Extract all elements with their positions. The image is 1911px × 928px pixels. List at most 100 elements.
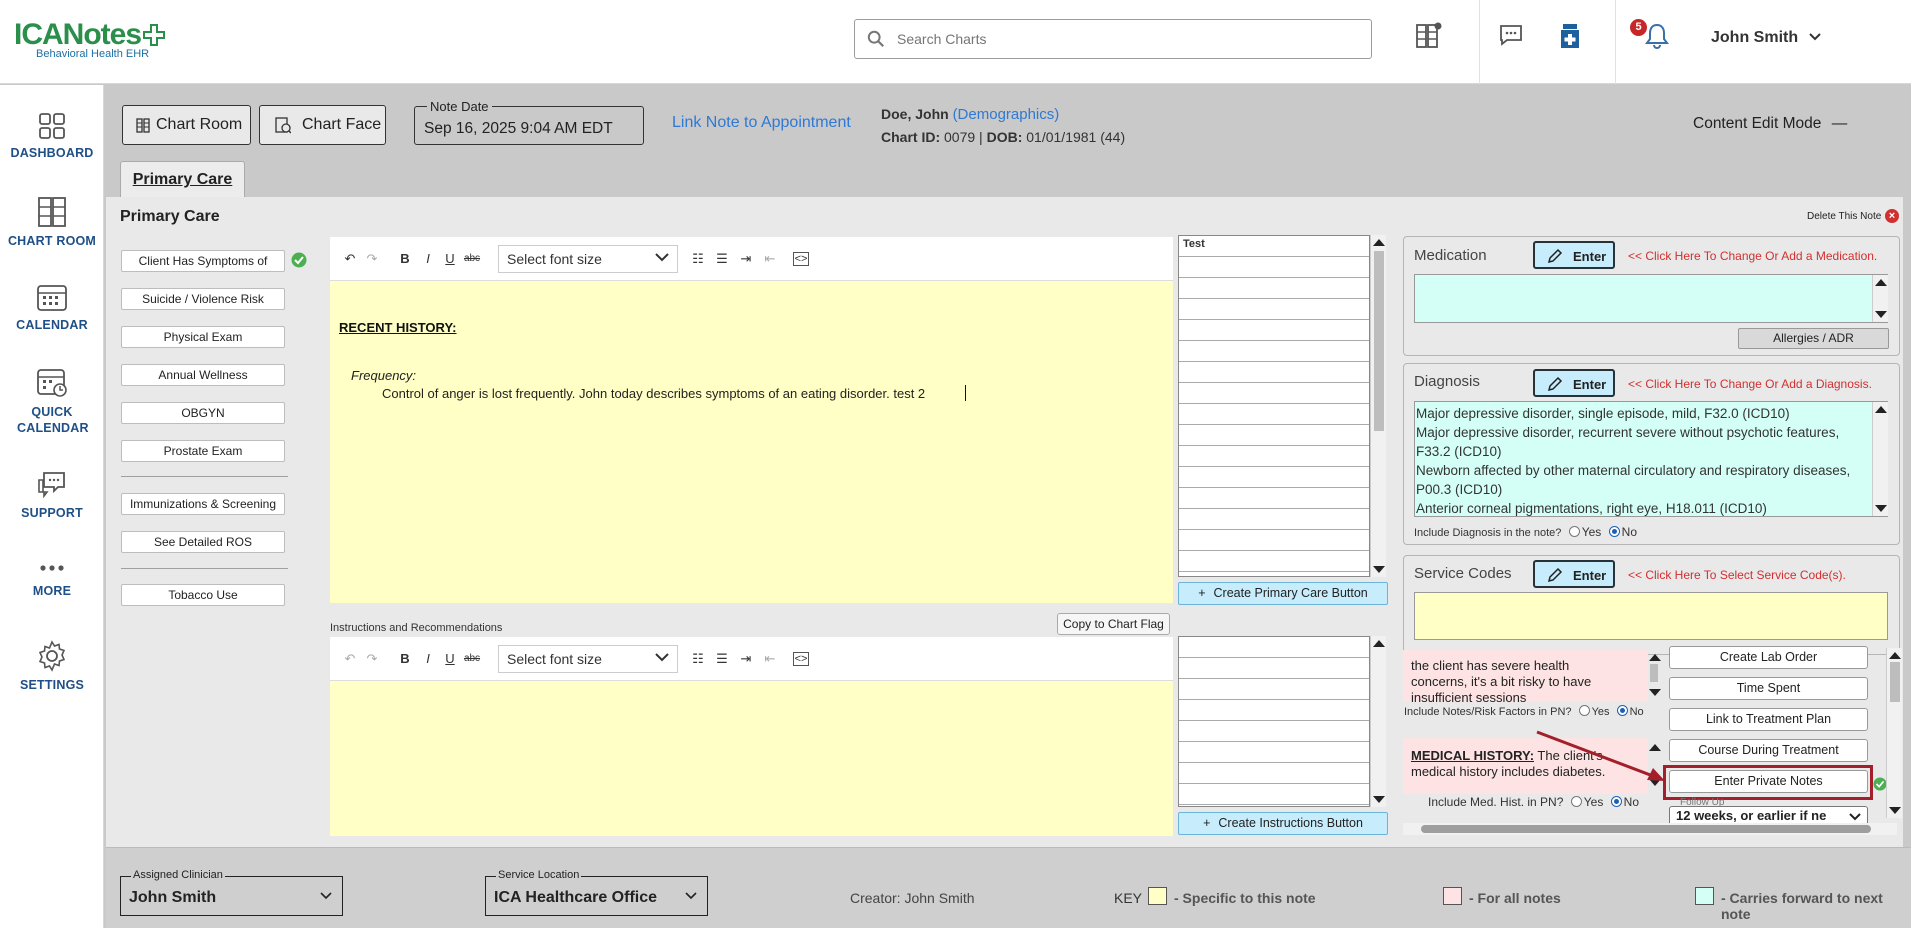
list-item[interactable]	[1179, 742, 1369, 763]
enter-private-notes-button[interactable]: Enter Private Notes	[1669, 770, 1868, 793]
medication-scrollbar[interactable]	[1872, 275, 1888, 322]
instructions-editor[interactable]	[330, 681, 1173, 836]
diagnosis-list[interactable]: Major depressive disorder, single episod…	[1414, 401, 1888, 517]
medication-list[interactable]	[1414, 274, 1888, 323]
user-menu[interactable]: John Smith	[1711, 29, 1821, 47]
prostate-exam-button[interactable]: Prostate Exam	[121, 440, 285, 462]
chart-face-button[interactable]: Chart Face	[259, 105, 386, 145]
list-item[interactable]	[1179, 637, 1369, 658]
link-treatment-plan-button[interactable]: Link to Treatment Plan	[1669, 708, 1868, 731]
chat-icon[interactable]	[1498, 22, 1524, 48]
nav-calendar[interactable]: CALENDAR	[0, 282, 104, 332]
font-size-select[interactable]: Select font size	[498, 245, 678, 273]
chart-room-button[interactable]: Chart Room	[122, 105, 251, 145]
content-edit-mode-toggle[interactable]: Content Edit Mode —	[1693, 115, 1847, 133]
include-diagnosis-yes-radio[interactable]	[1568, 526, 1580, 537]
bell-icon[interactable]	[1644, 22, 1670, 50]
immunizations-button[interactable]: Immunizations & Screening	[121, 493, 285, 515]
undo-icon[interactable]: ↶	[340, 249, 360, 269]
service-codes-list[interactable]	[1414, 592, 1888, 640]
annual-wellness-button[interactable]: Annual Wellness	[121, 364, 285, 386]
indent-icon[interactable]: ⇥	[736, 249, 756, 269]
delete-x-icon[interactable]: ×	[1885, 209, 1899, 223]
undo-icon[interactable]: ↶	[340, 649, 360, 669]
horizontal-scrollbar[interactable]	[1403, 823, 1897, 835]
physical-exam-button[interactable]: Physical Exam	[121, 326, 285, 348]
underline-button[interactable]: U	[440, 249, 460, 269]
copy-to-chart-flag-button[interactable]: Copy to Chart Flag	[1057, 613, 1170, 635]
app-logo[interactable]: ICANotes Behavioral Health EHR	[14, 20, 169, 60]
list-item[interactable]	[1179, 425, 1369, 446]
list-item[interactable]	[1179, 488, 1369, 509]
list-item[interactable]	[1179, 784, 1369, 805]
instructions-button-list[interactable]	[1178, 636, 1370, 807]
search-input[interactable]	[895, 28, 1355, 50]
outdent-icon[interactable]: ⇤	[760, 649, 780, 669]
nav-chart-room[interactable]: CHART ROOM	[0, 196, 104, 248]
list-item[interactable]	[1179, 362, 1369, 383]
diagnosis-enter-button[interactable]: Enter	[1533, 369, 1615, 397]
redo-icon[interactable]: ↷	[362, 649, 382, 669]
list-item[interactable]	[1179, 383, 1369, 404]
course-during-treatment-button[interactable]: Course During Treatment	[1669, 739, 1868, 762]
indent-icon[interactable]: ⇥	[736, 649, 756, 669]
service-location-select[interactable]: Service Location ICA Healthcare Office	[485, 869, 708, 916]
italic-button[interactable]: I	[418, 249, 438, 269]
list-item[interactable]	[1179, 341, 1369, 362]
nav-dashboard[interactable]: DASHBOARD	[0, 112, 104, 160]
detailed-ros-button[interactable]: See Detailed ROS	[121, 531, 285, 553]
tobacco-use-button[interactable]: Tobacco Use	[121, 584, 285, 606]
list-item[interactable]	[1179, 658, 1369, 679]
demographics-link[interactable]: (Demographics)	[953, 106, 1060, 123]
chart-cabinet-icon[interactable]	[1415, 22, 1443, 50]
font-size-select[interactable]: Select font size	[498, 645, 678, 673]
list-item[interactable]	[1179, 299, 1369, 320]
include-med-history-no-radio[interactable]	[1610, 796, 1622, 807]
create-primary-care-button[interactable]: + Create Primary Care Button	[1178, 582, 1388, 605]
client-symptoms-button[interactable]: Client Has Symptoms of	[121, 250, 285, 272]
outdent-icon[interactable]: ⇤	[760, 249, 780, 269]
strikethrough-button[interactable]: abc	[462, 249, 482, 269]
medication-enter-button[interactable]: Enter	[1533, 241, 1615, 269]
list-item[interactable]	[1179, 530, 1369, 551]
delete-note-link[interactable]: Delete This Note	[1807, 211, 1881, 222]
list-item[interactable]	[1179, 679, 1369, 700]
obgyn-button[interactable]: OBGYN	[121, 402, 285, 424]
strikethrough-button[interactable]: abc	[462, 649, 482, 669]
nav-quick-calendar[interactable]: QUICK CALENDAR	[0, 366, 104, 436]
primary-care-button-list[interactable]: Test	[1178, 235, 1370, 577]
link-note-to-appointment[interactable]: Link Note to Appointment	[672, 114, 851, 132]
time-spent-button[interactable]: Time Spent	[1669, 677, 1868, 700]
list-item[interactable]	[1179, 467, 1369, 488]
list-item[interactable]	[1179, 700, 1369, 721]
prescription-icon[interactable]	[1557, 22, 1583, 50]
notes-scrollbar[interactable]	[1647, 650, 1663, 700]
diagnosis-scrollbar[interactable]	[1872, 402, 1888, 516]
list-item[interactable]	[1179, 763, 1369, 784]
bullet-list-icon[interactable]: ☰	[712, 649, 732, 669]
source-code-icon[interactable]: <>	[793, 652, 809, 666]
list-item[interactable]	[1179, 404, 1369, 425]
list-item[interactable]	[1179, 551, 1369, 572]
list-item[interactable]	[1179, 320, 1369, 341]
list-item[interactable]	[1179, 721, 1369, 742]
list-scrollbar[interactable]	[1370, 235, 1386, 577]
italic-button[interactable]: I	[418, 649, 438, 669]
suicide-violence-risk-button[interactable]: Suicide / Violence Risk	[121, 288, 285, 310]
source-code-icon[interactable]: <>	[793, 252, 809, 266]
tab-primary-care[interactable]: Primary Care	[120, 161, 245, 197]
list-item[interactable]	[1179, 446, 1369, 467]
bold-button[interactable]: B	[395, 649, 415, 669]
redo-icon[interactable]: ↷	[362, 249, 382, 269]
create-instructions-button[interactable]: + Create Instructions Button	[1178, 812, 1388, 835]
bold-button[interactable]: B	[395, 249, 415, 269]
note-date-field[interactable]: Note Date Sep 16, 2025 9:04 AM EDT	[414, 99, 644, 145]
list-item[interactable]	[1179, 257, 1369, 278]
bullet-list-icon[interactable]: ☰	[712, 249, 732, 269]
include-diagnosis-no-radio[interactable]	[1608, 526, 1620, 537]
create-lab-order-button[interactable]: Create Lab Order	[1669, 646, 1868, 669]
allergies-button[interactable]: Allergies / ADR	[1738, 328, 1889, 349]
include-med-history-yes-radio[interactable]	[1570, 796, 1582, 807]
search-box[interactable]	[854, 19, 1372, 59]
list-scrollbar[interactable]	[1370, 636, 1386, 807]
